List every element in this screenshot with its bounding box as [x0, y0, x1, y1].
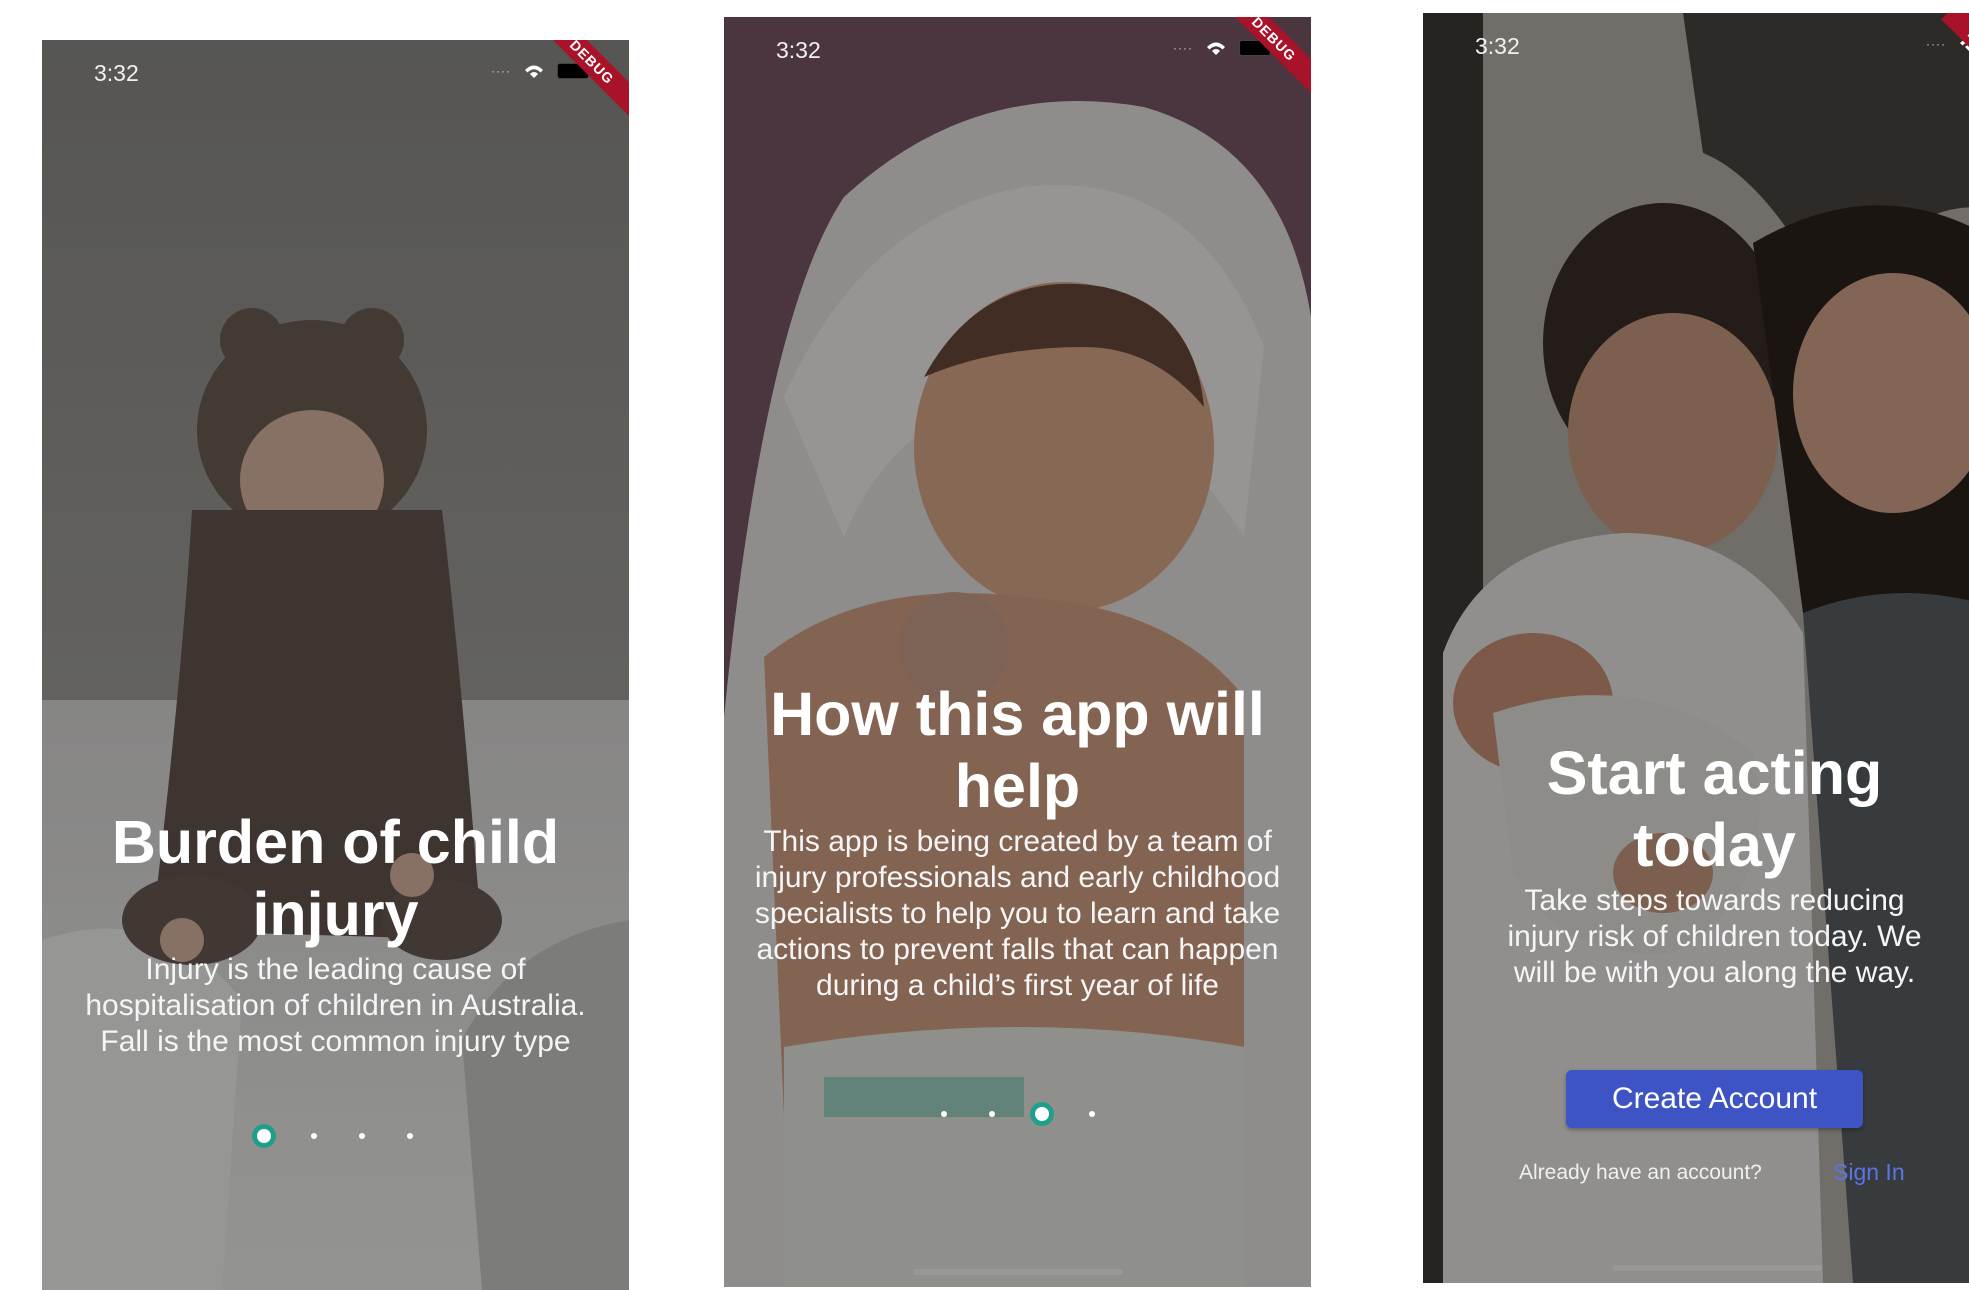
onboarding-gallery: 3:32 ···· DEBUG Burden of child injury I…: [0, 0, 1969, 1290]
page-indicator[interactable]: [724, 1102, 1311, 1126]
sign-in-prompt: Already have an account?: [1519, 1161, 1762, 1184]
onboarding-text: Burden of child injury Injury is the lea…: [62, 806, 609, 1060]
page-dot[interactable]: [358, 1133, 365, 1139]
wifi-icon: [525, 65, 543, 78]
page-indicator[interactable]: [42, 1124, 629, 1148]
onboarding-text: Start acting today Take steps towards re…: [1489, 737, 1940, 991]
wifi-icon: [1207, 42, 1225, 55]
screen-description: This app is being created by a team of i…: [754, 825, 1281, 1002]
status-time: 3:32: [776, 37, 821, 63]
status-time: 3:32: [1475, 33, 1520, 59]
page-dot-active[interactable]: [251, 1124, 276, 1148]
screen-description: Injury is the leading cause of hospitali…: [85, 953, 586, 1058]
screen-title: Burden of child injury: [111, 808, 560, 948]
sign-in-link[interactable]: Sign In: [1833, 1159, 1905, 1186]
status-icons: ····: [491, 62, 589, 80]
page-dot[interactable]: [310, 1133, 317, 1139]
onboarding-screen-2: 3:32 ···· DEBUG How this app will help T…: [724, 17, 1311, 1287]
screen-title: How this app will help: [770, 680, 1265, 820]
page-dot[interactable]: [988, 1111, 995, 1117]
dark-overlay: [42, 40, 629, 1290]
page-dot-active[interactable]: [1029, 1102, 1054, 1126]
onboarding-screen-3: 3:32 ···· DE Start acting today Take ste…: [1423, 13, 1969, 1283]
page-dot[interactable]: [1088, 1111, 1095, 1117]
status-time: 3:32: [94, 60, 139, 86]
onboarding-screen-1: 3:32 ···· DEBUG Burden of child injury I…: [42, 40, 629, 1290]
home-indicator[interactable]: [1611, 1265, 1822, 1271]
status-bar: 3:32 ···· DEBUG: [42, 40, 629, 124]
create-account-button[interactable]: Create Account: [1566, 1070, 1863, 1128]
home-indicator[interactable]: [912, 1269, 1123, 1275]
screen-description: Take steps towards reducing injury risk …: [1507, 884, 1922, 989]
page-dot[interactable]: [940, 1111, 947, 1117]
status-bar: 3:32 ···· DE: [1423, 13, 1969, 83]
signal-icon: ····: [1173, 41, 1193, 55]
dark-overlay: [724, 17, 1311, 1287]
status-bar: 3:32 ···· DEBUG: [724, 17, 1311, 101]
onboarding-text: How this app will help This app is being…: [744, 678, 1291, 1004]
sign-in-row: Already have an account? Sign In: [1519, 1159, 1939, 1189]
screen-title: Start acting today: [1546, 739, 1883, 879]
signal-icon: ····: [491, 64, 511, 78]
page-dot[interactable]: [406, 1133, 413, 1139]
status-icons: ····: [1173, 39, 1271, 57]
signal-icon: ····: [1926, 37, 1946, 51]
